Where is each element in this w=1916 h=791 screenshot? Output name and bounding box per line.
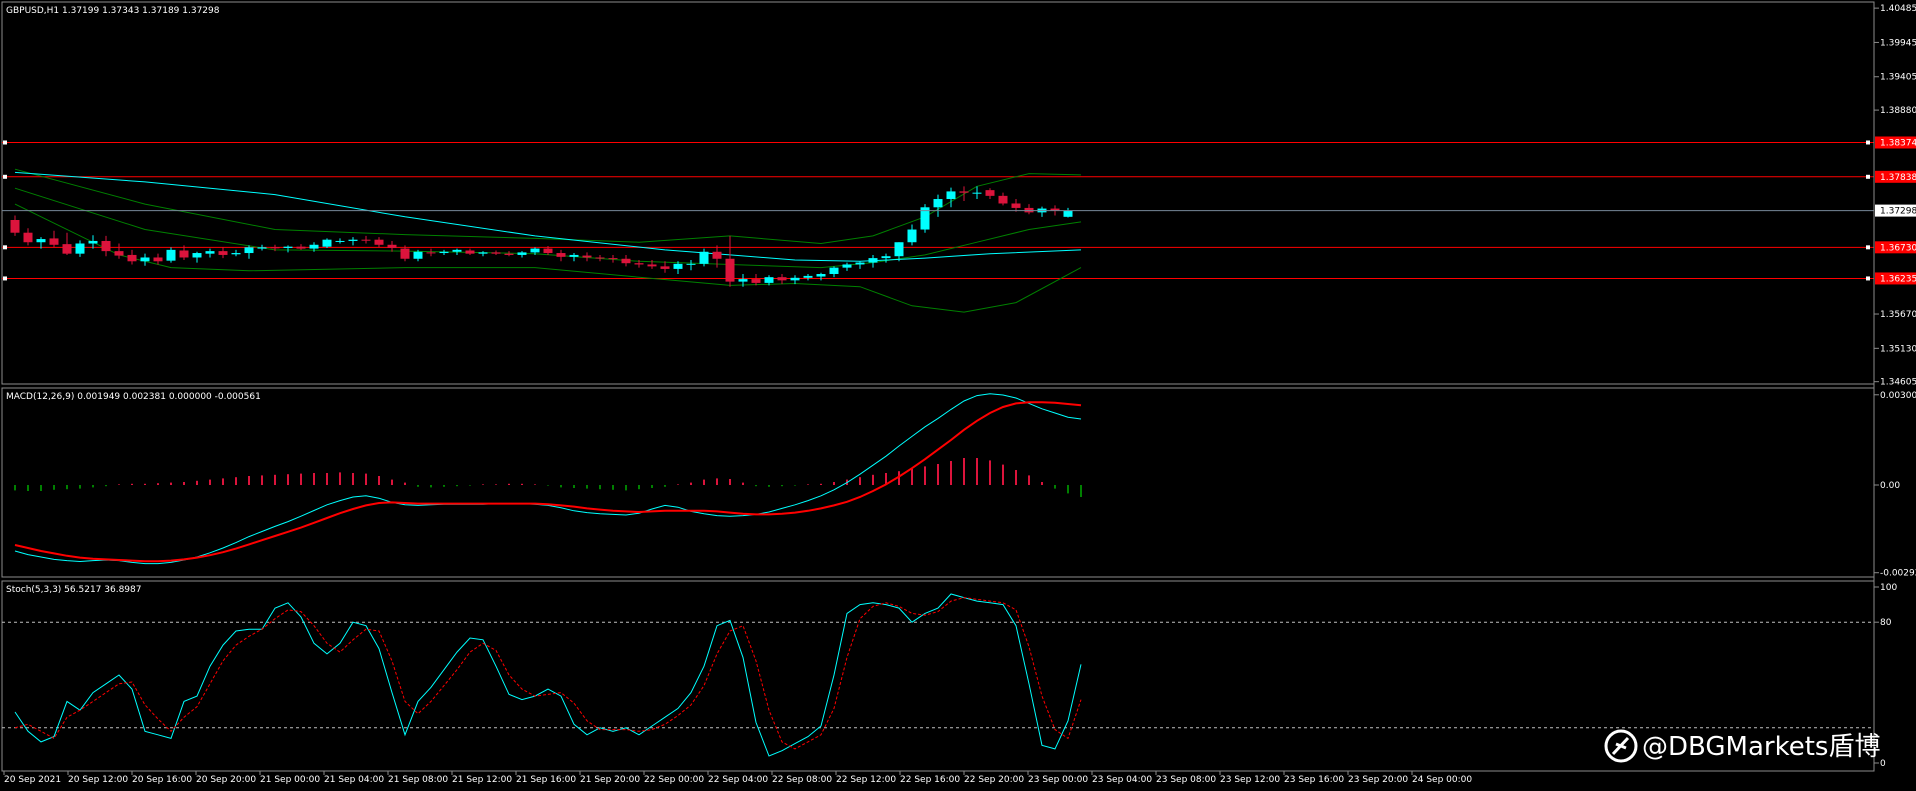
line-handle[interactable] [1866,276,1870,281]
price-tick-label: 1.39405 [1880,73,1916,83]
line-handle[interactable] [1866,174,1870,179]
time-tick-label: 21 Sep 08:00 [388,775,448,785]
time-tick-label: 23 Sep 00:00 [1028,775,1088,785]
time-tick-label: 21 Sep 16:00 [516,775,576,785]
line-handle[interactable] [3,140,7,145]
time-tick-label: 23 Sep 16:00 [1284,775,1344,785]
price-tick-label: 1.40485 [1880,4,1916,14]
line-handle[interactable] [1866,140,1870,145]
time-tick-label: 23 Sep 12:00 [1220,775,1280,785]
time-tick-label: 21 Sep 12:00 [452,775,512,785]
time-tick-label: 21 Sep 00:00 [260,775,320,785]
time-tick-label: 20 Sep 16:00 [132,775,192,785]
current-price-label: 1.37298 [1880,207,1916,217]
candle [920,204,930,233]
time-tick-label: 20 Sep 20:00 [196,775,256,785]
line-handle[interactable] [1866,245,1870,250]
watermark-text: @DBGMarkets盾博 [1642,732,1880,762]
stochastic-tick-label: 0 [1880,759,1886,769]
time-tick-label: 24 Sep 00:00 [1412,775,1472,785]
macd-tick-label: 0.00 [1880,481,1900,491]
time-tick-label: 21 Sep 20:00 [580,775,640,785]
macd-title: MACD(12,26,9) 0.001949 0.002381 0.000000… [6,392,261,402]
line-price-label: 1.36730 [1880,243,1916,253]
symbol-readout: GBPUSD,H1 1.37199 1.37343 1.37189 1.3729… [6,6,220,16]
time-tick-label: 21 Sep 04:00 [324,775,384,785]
time-tick-label: 20 Sep 12:00 [68,775,128,785]
stochastic-title: Stoch(5,3,3) 56.5217 36.8987 [6,585,141,595]
time-tick-label: 23 Sep 20:00 [1348,775,1408,785]
stochastic-tick-label: 100 [1880,583,1897,593]
line-handle[interactable] [3,276,7,281]
line-handle[interactable] [3,245,7,250]
price-tick-label: 1.39945 [1880,38,1916,48]
price-tick-label: 1.35130 [1880,344,1916,354]
time-tick-label: 23 Sep 04:00 [1092,775,1152,785]
price-tick-label: 1.35670 [1880,310,1916,320]
price-tick-label: 1.34605 [1880,378,1916,388]
time-tick-label: 22 Sep 08:00 [772,775,832,785]
line-handle[interactable] [3,174,7,179]
line-price-label: 1.38374 [1880,138,1916,148]
chart-background [0,0,1916,791]
stochastic-tick-label: 80 [1880,618,1892,628]
time-tick-label: 23 Sep 08:00 [1156,775,1216,785]
time-tick-label: 22 Sep 00:00 [644,775,704,785]
price-tick-label: 1.38880 [1880,106,1916,116]
watermark: @DBGMarkets盾博 [1604,729,1880,763]
time-tick-label: 20 Sep 2021 [4,775,61,785]
time-tick-label: 22 Sep 12:00 [836,775,896,785]
line-price-label: 1.37838 [1880,173,1916,183]
time-tick-label: 22 Sep 16:00 [900,775,960,785]
macd-tick-label: 0.003007 [1880,391,1916,401]
time-tick-label: 22 Sep 04:00 [708,775,768,785]
candle [322,238,332,248]
time-tick-label: 22 Sep 20:00 [964,775,1024,785]
macd-tick-label: -0.002924 [1880,569,1916,579]
chart-svg: GBPUSD,H1 1.37199 1.37343 1.37189 1.3729… [0,0,1916,791]
line-price-label: 1.36235 [1880,274,1916,284]
